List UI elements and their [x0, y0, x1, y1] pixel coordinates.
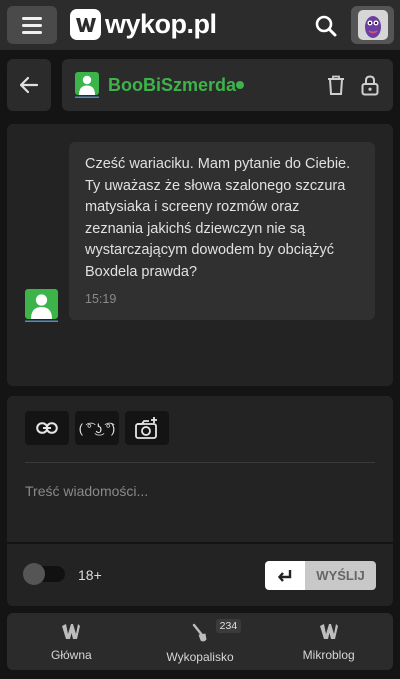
nav-item-glowna[interactable]: Główna [7, 613, 136, 670]
wykopalisko-count-badge: 234 [215, 619, 242, 633]
nav-label: Wykopalisko [166, 650, 234, 664]
send-button[interactable]: WYŚLIJ [265, 561, 376, 590]
message-bubble: Cześć wariaciku. Mam pytanie do Ciebie. … [69, 142, 375, 320]
nav-label: Główna [50, 648, 92, 662]
arrow-left-icon [19, 76, 39, 94]
enter-icon [265, 561, 305, 590]
send-button-label: WYŚLIJ [305, 561, 376, 590]
lock-icon[interactable] [360, 74, 380, 96]
message-input[interactable] [25, 476, 375, 506]
sender-avatar[interactable] [25, 289, 58, 322]
nav-label: Mikroblog [302, 648, 355, 662]
message-composer: ( ͡° ͜ʖ ͡°) [7, 396, 393, 542]
composer-divider [25, 462, 375, 463]
message-text: Cześć wariaciku. Mam pytanie do Ciebie. … [85, 156, 351, 280]
back-button[interactable] [7, 59, 51, 111]
avatar [357, 10, 388, 40]
conversation-header: BooBiSzmerda [62, 59, 393, 111]
add-photo-icon [135, 417, 157, 439]
composer-actions: 18+ WYŚLIJ [7, 544, 393, 606]
adult-content-label: 18+ [78, 567, 102, 583]
bottom-navigation: Główna 234 Wykopalisko Mikroblog [7, 613, 393, 670]
top-bar: wykop.pl [0, 0, 400, 50]
add-photo-button[interactable] [125, 411, 169, 445]
trash-icon[interactable] [326, 74, 346, 96]
lenny-face-button[interactable]: ( ͡° ͜ʖ ͡°) [75, 411, 119, 445]
conversation-username[interactable]: BooBiSzmerda [108, 75, 236, 96]
wykop-logo-icon [70, 9, 101, 40]
online-status-dot [236, 81, 244, 89]
message-time: 15:19 [85, 292, 117, 306]
home-logo-icon [62, 624, 81, 639]
messages-panel: Cześć wariaciku. Mam pytanie do Ciebie. … [7, 124, 393, 386]
insert-link-button[interactable] [25, 411, 69, 445]
search-icon[interactable] [312, 12, 340, 40]
adult-content-toggle[interactable] [23, 563, 65, 585]
user-avatar-button[interactable] [351, 6, 394, 44]
user-avatar[interactable] [75, 72, 99, 98]
mikroblog-logo-icon [319, 624, 338, 639]
link-icon [36, 422, 58, 434]
nav-item-wykopalisko[interactable]: 234 Wykopalisko [136, 613, 265, 670]
nav-item-mikroblog[interactable]: Mikroblog [264, 613, 393, 670]
hamburger-icon[interactable] [7, 6, 57, 44]
shovel-icon [192, 623, 207, 642]
logo-text: wykop.pl [105, 9, 217, 39]
site-logo[interactable]: wykop.pl [70, 9, 217, 40]
